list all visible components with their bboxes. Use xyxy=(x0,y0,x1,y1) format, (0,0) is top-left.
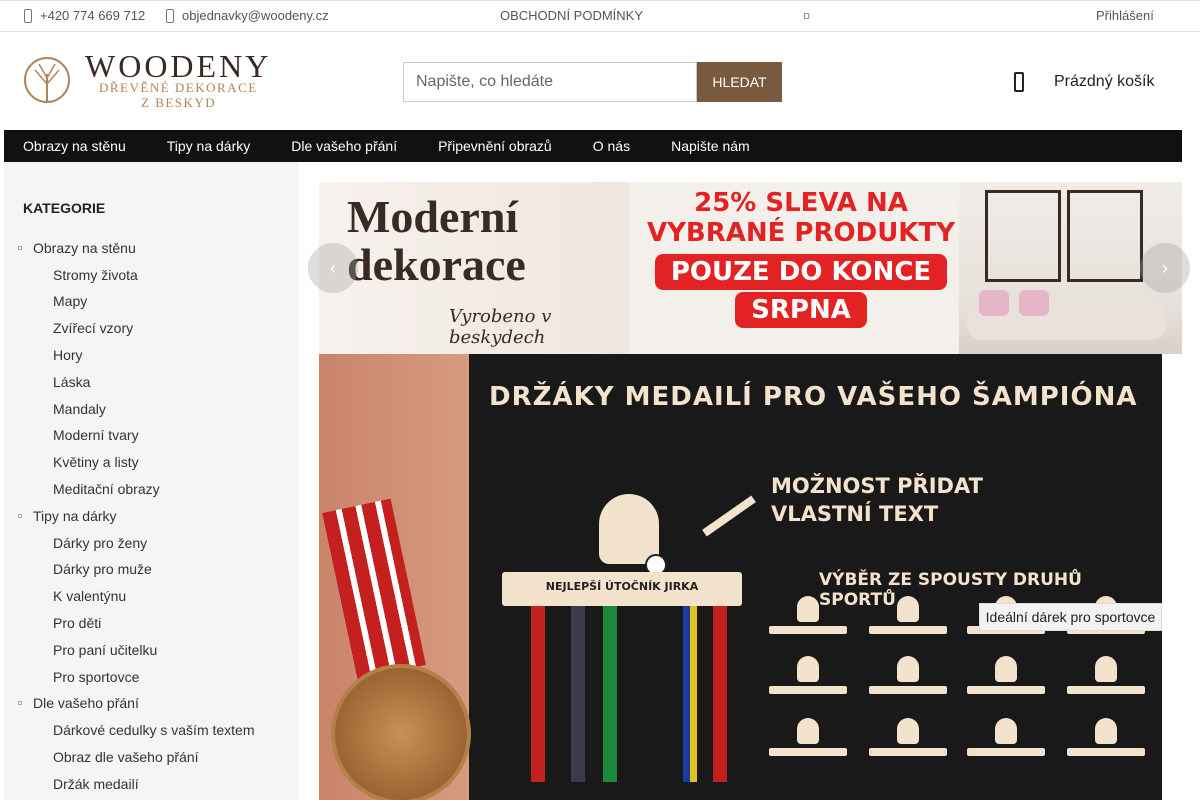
wall-art-image xyxy=(985,190,1061,282)
carousel-prev-button[interactable]: ‹ xyxy=(308,243,358,293)
category-tipy[interactable]: Tipy na dárky xyxy=(18,508,117,524)
sidebar-heading: KATEGORIE xyxy=(23,200,106,216)
category-item[interactable]: Mandaly xyxy=(53,401,106,417)
banner-script-text: Vyrobeno v beskydech xyxy=(449,306,552,348)
sport-holder-icon xyxy=(967,718,1045,772)
medal-image xyxy=(331,664,471,800)
login-link[interactable]: Přihlášení xyxy=(1096,8,1154,23)
category-item[interactable]: Stromy života xyxy=(53,267,138,283)
nav-item-obrazy[interactable]: Obrazy na stěnu xyxy=(23,138,126,154)
nav-item-napiste[interactable]: Napište nám xyxy=(671,138,750,154)
category-item[interactable]: Láska xyxy=(53,374,90,390)
email-contact[interactable]: objednavky@woodeny.cz xyxy=(166,8,329,23)
ribbon-image xyxy=(683,606,697,782)
email-address[interactable]: objednavky@woodeny.cz xyxy=(182,8,329,23)
banner-tooltip: Ideální dárek pro sportovce xyxy=(979,603,1162,631)
main-nav: Obrazy na stěnu Tipy na dárky Dle vašeho… xyxy=(4,130,1182,162)
category-dle-prani[interactable]: Dle vašeho přání xyxy=(18,695,139,711)
search-form: HLEDAT xyxy=(403,62,782,102)
chevron-right-icon: › xyxy=(1162,257,1168,278)
carousel-next-button[interactable]: › xyxy=(1140,243,1190,293)
nav-item-pripevneni[interactable]: Připevnění obrazů xyxy=(438,138,552,154)
banner-title-line1: Moderní xyxy=(347,191,519,242)
tree-logo-icon xyxy=(24,57,70,103)
logo-subtitle-region: Z BESKYD xyxy=(141,95,217,110)
banner-title-line2: dekorace xyxy=(347,239,526,290)
search-input[interactable] xyxy=(403,62,697,102)
promo-line3: POUZE DO KONCE xyxy=(654,254,948,290)
terms-link[interactable]: OBCHODNÍ PODMÍNKY xyxy=(500,8,643,23)
sport-holder-icon xyxy=(869,718,947,772)
phone-contact[interactable]: +420 774 669 712 xyxy=(24,8,145,23)
rack-text: NEJLEPŠÍ ÚTOČNÍK JIRKA xyxy=(545,580,699,593)
ribbon-image xyxy=(603,606,617,782)
logo-subtitle: DŘEVĚNÉ DEKORACE xyxy=(99,80,258,95)
sport-holder-icon xyxy=(869,596,947,650)
football-player-icon xyxy=(599,494,659,564)
phone-number[interactable]: +420 774 669 712 xyxy=(40,8,145,23)
top-bar: +420 774 669 712 objednavky@woodeny.cz O… xyxy=(0,0,1200,32)
header: WOODENY DŘEVĚNÉ DEKORACE Z BESKYD HLEDAT… xyxy=(0,32,1200,130)
category-item[interactable]: Mapy xyxy=(53,293,87,309)
spacer xyxy=(1162,354,1182,800)
bullet-icon xyxy=(18,246,22,250)
pillow-image xyxy=(1019,290,1049,316)
sport-holder-icon xyxy=(769,656,847,710)
medal-rack: NEJLEPŠÍ ÚTOČNÍK JIRKA xyxy=(502,572,742,606)
sport-holder-icon xyxy=(769,718,847,772)
category-sidebar: KATEGORIE Obrazy na stěnu Stromy života … xyxy=(4,162,299,800)
search-button[interactable]: HLEDAT xyxy=(697,62,782,102)
nav-item-dle-prani[interactable]: Dle vašeho přání xyxy=(291,138,397,154)
bullet-icon xyxy=(18,514,22,518)
category-item[interactable]: Dárkové cedulky s vaším textem xyxy=(53,722,255,738)
category-item[interactable]: K valentýnu xyxy=(53,588,126,604)
mail-icon xyxy=(166,8,174,23)
bullet-icon xyxy=(18,701,22,705)
nav-item-tipy[interactable]: Tipy na dárky xyxy=(167,138,251,154)
cart-icon xyxy=(1014,72,1024,92)
category-item[interactable]: Obraz dle vašeho přání xyxy=(53,749,199,765)
sport-holder-icon xyxy=(869,656,947,710)
ribbon-image xyxy=(571,606,585,782)
category-item[interactable]: Moderní tvary xyxy=(53,427,139,443)
sport-holder-icon xyxy=(769,596,847,650)
wall-art-image xyxy=(1067,190,1143,282)
banner-left-panel: Moderní dekorace Vyrobeno v beskydech xyxy=(319,182,629,354)
category-item[interactable]: Pro paní učitelku xyxy=(53,642,157,658)
category-item[interactable]: Květiny a listy xyxy=(53,454,139,470)
promo-text: 25% SLEVA NA VYBRANÉ PRODUKTY POUZE DO K… xyxy=(641,182,961,330)
sport-holder-icon xyxy=(1067,656,1145,710)
category-item[interactable]: Meditační obrazy xyxy=(53,481,160,497)
category-item[interactable]: Pro sportovce xyxy=(53,669,139,685)
category-item[interactable]: Dárky pro muže xyxy=(53,561,152,577)
arrow-icon xyxy=(702,495,756,537)
category-item[interactable]: Zvířecí vzory xyxy=(53,320,133,336)
chevron-left-icon: ‹ xyxy=(330,257,336,278)
phone-icon xyxy=(24,8,32,23)
banner-subtitle-line2: VLASTNÍ TEXT xyxy=(771,502,939,526)
category-item[interactable]: Hory xyxy=(53,347,83,363)
cart-label: Prázdný košík xyxy=(1054,73,1155,90)
nav-item-o-nas[interactable]: O nás xyxy=(593,138,630,154)
ribbon-image xyxy=(531,606,545,782)
category-item[interactable]: Dárky pro ženy xyxy=(53,535,147,551)
medal-holder-banner[interactable]: DRŽÁKY MEDAILÍ PRO VAŠEHO ŠAMPIÓNA MOŽNO… xyxy=(319,354,1162,800)
cart[interactable]: Prázdný košík xyxy=(1014,72,1154,92)
category-item[interactable]: Držák medailí xyxy=(53,776,139,792)
ribbon-image xyxy=(713,606,727,782)
promo-line1: 25% SLEVA NA xyxy=(694,188,908,218)
banner-title: DRŽÁKY MEDAILÍ PRO VAŠEHO ŠAMPIÓNA xyxy=(489,382,1138,412)
logo[interactable]: WOODENY DŘEVĚNÉ DEKORACE Z BESKYD xyxy=(23,48,268,112)
sport-holder-icon xyxy=(1067,718,1145,772)
pillow-image xyxy=(979,290,1009,316)
promo-banner[interactable]: Moderní dekorace Vyrobeno v beskydech 25… xyxy=(319,182,1182,354)
promo-line4: SRPNA xyxy=(735,292,867,328)
category-item[interactable]: Pro děti xyxy=(53,615,101,631)
sport-holder-icon xyxy=(967,656,1045,710)
promo-line2: VYBRANÉ PRODUKTY xyxy=(646,218,956,248)
banner-subtitle-line1: MOŽNOST PŘIDAT xyxy=(771,474,983,498)
category-obrazy[interactable]: Obrazy na stěnu xyxy=(18,240,136,256)
dropdown-icon[interactable] xyxy=(804,13,809,19)
